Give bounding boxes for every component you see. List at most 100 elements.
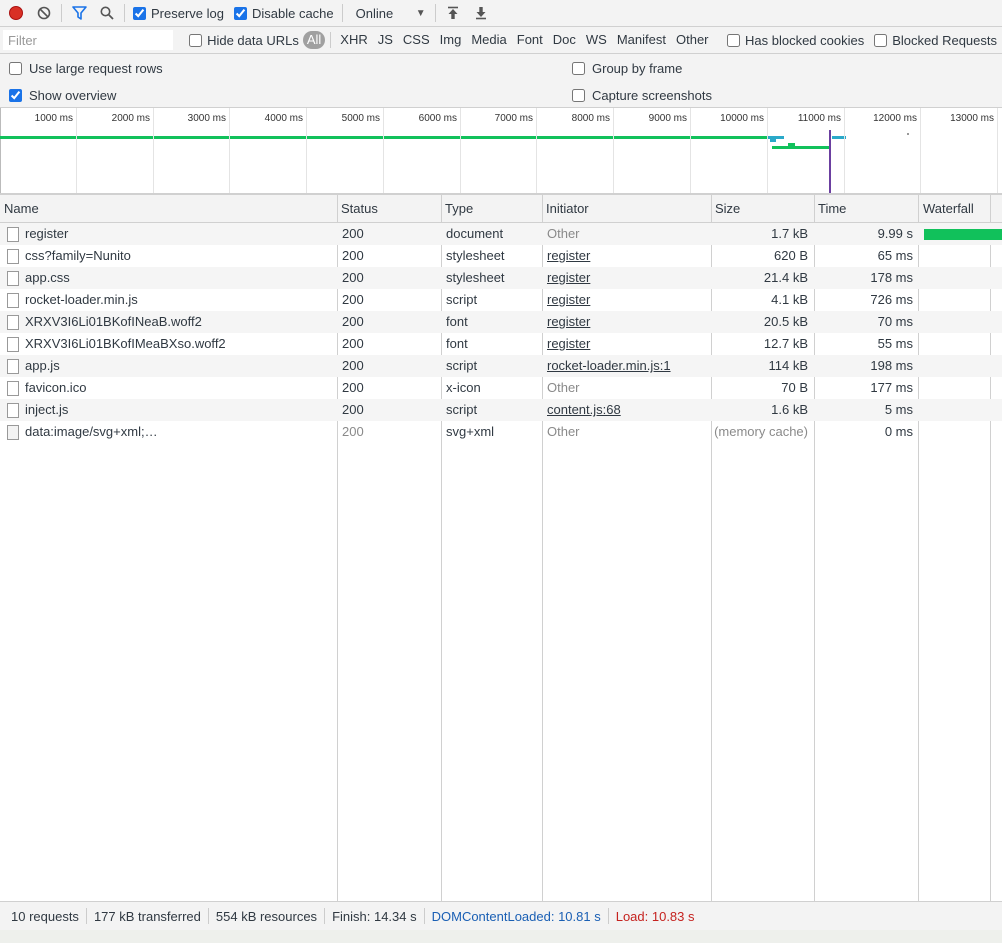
cell-name: app.css (25, 270, 70, 285)
network-overview-timeline[interactable]: 1000 ms 2000 ms 3000 ms 4000 ms 5000 ms 6000 … (0, 108, 1002, 194)
table-cell: 65 ms (814, 245, 913, 267)
transferred-size: 177 kB transferred (93, 908, 201, 924)
toolbar-divider (341, 4, 343, 22)
show-overview-input[interactable] (9, 89, 22, 102)
disable-cache-input[interactable] (233, 6, 247, 20)
cell-time: 726 ms (870, 292, 913, 307)
hide-data-urls-input[interactable] (189, 33, 203, 47)
cell-status: 200 (342, 292, 364, 307)
column-header-time[interactable]: Time (814, 195, 919, 222)
cell-initiator[interactable]: rocket-loader.min.js:1 (547, 358, 671, 373)
cell-size: 1.6 kB (771, 402, 808, 417)
preserve-log-checkbox[interactable]: Preserve log (128, 0, 229, 27)
type-filter-doc[interactable]: Doc (549, 31, 580, 49)
type-filter-xhr[interactable]: XHR (336, 31, 371, 49)
table-cell: document (446, 223, 542, 245)
cell-initiator[interactable]: register (547, 292, 590, 307)
table-cell: 177 ms (814, 377, 913, 399)
record-icon (9, 6, 23, 20)
overview-gridline (613, 108, 614, 193)
capture-screenshots-checkbox[interactable]: Capture screenshots (572, 88, 712, 103)
type-filter-ws[interactable]: WS (582, 31, 611, 49)
group-by-frame-checkbox[interactable]: Group by frame (572, 61, 682, 76)
cell-type: stylesheet (446, 248, 505, 263)
search-icon (100, 6, 114, 20)
filter-toggle-button[interactable] (65, 0, 93, 27)
cell-initiator[interactable]: register (547, 248, 590, 263)
preserve-log-input[interactable] (133, 6, 146, 20)
has-blocked-cookies-checkbox[interactable]: Has blocked cookies (722, 27, 869, 54)
table-row[interactable]: XRXV3I6Li01BKofINeaB.woff2 200 font registe… (0, 311, 1002, 333)
type-filter-font[interactable]: Font (513, 31, 547, 49)
export-har-button[interactable] (467, 0, 495, 27)
cell-status: 200 (342, 424, 364, 439)
blocked-requests-label: Blocked Requests (892, 32, 997, 48)
overview-load-marker (829, 130, 831, 193)
use-large-rows-input[interactable] (9, 62, 22, 75)
overview-left-edge (0, 108, 1, 193)
cell-initiator[interactable]: content.js:68 (547, 402, 621, 417)
search-button[interactable] (93, 0, 121, 27)
show-overview-label: Show overview (29, 88, 117, 103)
column-header-size[interactable]: Size (711, 195, 814, 222)
table-row[interactable]: favicon.ico 200 x-icon Other 70 B 177 ms (0, 377, 1002, 399)
show-overview-checkbox[interactable]: Show overview (9, 88, 116, 103)
network-toolbar: Preserve log Disable cache Online ▼ (0, 0, 1002, 27)
waterfall-bar (924, 229, 1002, 240)
table-row[interactable]: inject.js 200 script content.js:68 1.6 kB 5 m… (0, 399, 1002, 421)
use-large-rows-checkbox[interactable]: Use large request rows (9, 61, 163, 76)
table-cell: favicon.ico (25, 377, 337, 399)
column-header-type[interactable]: Type (441, 195, 542, 222)
filter-input[interactable] (3, 30, 173, 50)
network-settings-pane: Use large request rows Show overview Gro… (0, 54, 1002, 108)
throttling-select[interactable]: Online ▼ (346, 6, 432, 21)
document-icon (7, 381, 19, 396)
table-row[interactable]: app.js 200 script rocket-loader.min.js:1 114… (0, 355, 1002, 377)
type-filter-other[interactable]: Other (672, 31, 713, 49)
column-header-name[interactable]: Name (0, 195, 337, 222)
table-cell: XRXV3I6Li01BKofIMeaBXso.woff2 (25, 333, 337, 355)
type-filter-css[interactable]: CSS (399, 31, 434, 49)
table-cell: 200 (342, 355, 441, 377)
document-icon (7, 403, 19, 418)
cell-initiator[interactable]: register (547, 314, 590, 329)
table-cell: 200 (342, 311, 441, 333)
table-cell: svg+xml (446, 421, 542, 443)
disable-cache-checkbox[interactable]: Disable cache (229, 0, 339, 27)
has-blocked-cookies-input[interactable] (726, 33, 740, 47)
table-row[interactable]: css?family=Nunito 200 stylesheet register 62… (0, 245, 1002, 267)
hide-data-urls-checkbox[interactable]: Hide data URLs (184, 27, 303, 54)
import-har-button[interactable] (439, 0, 467, 27)
table-cell: register (547, 311, 711, 333)
cell-name: register (25, 226, 69, 241)
table-row[interactable]: app.css 200 stylesheet register 21.4 kB 178 m… (0, 267, 1002, 289)
clear-button[interactable] (30, 0, 58, 27)
capture-screenshots-input[interactable] (572, 89, 585, 102)
cell-size: 21.4 kB (763, 270, 808, 285)
group-by-frame-input[interactable] (572, 62, 585, 75)
column-header-initiator[interactable]: Initiator (542, 195, 711, 222)
record-button[interactable] (2, 0, 30, 27)
document-icon (7, 359, 19, 374)
overview-gridline (76, 108, 77, 193)
type-filter-img[interactable]: Img (436, 31, 466, 49)
column-header-status[interactable]: Status (337, 195, 441, 222)
blocked-requests-input[interactable] (874, 33, 888, 47)
overview-gridline (844, 108, 845, 193)
cell-size: 4.1 kB (771, 292, 808, 307)
table-row[interactable]: rocket-loader.min.js 200 script register 4.1… (0, 289, 1002, 311)
table-row[interactable]: register 200 document Other 1.7 kB 9.99 s (0, 223, 1002, 245)
type-filter-manifest[interactable]: Manifest (613, 31, 670, 49)
type-filter-all[interactable]: All (302, 31, 326, 49)
document-icon (7, 337, 19, 352)
cell-type: font (446, 314, 468, 329)
type-filter-js[interactable]: JS (374, 31, 397, 49)
blocked-requests-checkbox[interactable]: Blocked Requests (869, 27, 1002, 54)
cell-initiator[interactable]: register (547, 270, 590, 285)
type-filter-media[interactable]: Media (467, 31, 510, 49)
table-row[interactable]: XRXV3I6Li01BKofIMeaBXso.woff2 200 font regi… (0, 333, 1002, 355)
filter-icon (71, 6, 87, 20)
cell-initiator[interactable]: register (547, 336, 590, 351)
table-cell: 55 ms (814, 333, 913, 355)
table-row[interactable]: data:image/svg+xml;… 200 svg+xml Other (memo… (0, 421, 1002, 443)
